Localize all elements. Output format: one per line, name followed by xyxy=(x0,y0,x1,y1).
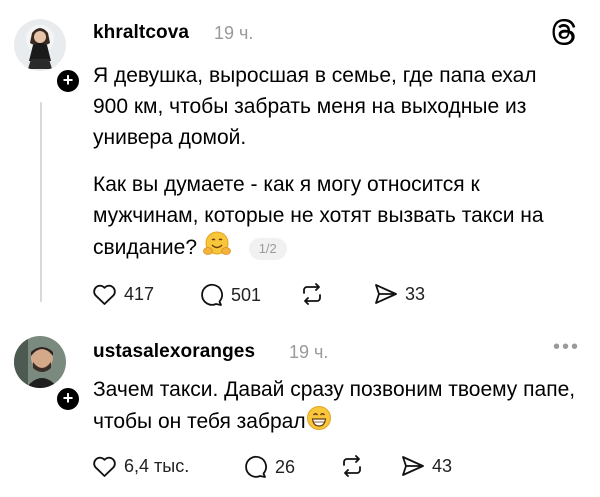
reply-text: Зачем такси. Давай сразу позвоним твоему… xyxy=(93,378,576,434)
avatar-ustasalexoranges[interactable] xyxy=(14,336,66,388)
speech-bubble-icon[interactable] xyxy=(199,283,224,307)
repost-action[interactable] xyxy=(300,283,324,305)
follow-plus-button[interactable]: + xyxy=(54,67,82,95)
more-options-icon[interactable]: ••• xyxy=(553,336,580,359)
carousel-pager: 1/2 xyxy=(248,237,287,260)
repost-action[interactable] xyxy=(340,455,364,477)
threads-logo-icon[interactable] xyxy=(551,18,577,51)
avatar-khraltcova[interactable] xyxy=(14,19,66,71)
like-count: 417 xyxy=(124,284,155,304)
share-action[interactable]: 33 xyxy=(374,283,425,305)
reply-body: Зачем такси. Давай сразу позвоним твоему… xyxy=(93,374,583,440)
post-time: 19 ч. xyxy=(214,23,254,43)
hugging-face-emoji xyxy=(202,231,231,266)
send-icon[interactable] xyxy=(374,283,398,305)
grinning-face-emoji xyxy=(306,405,332,440)
comment-count: 26 xyxy=(275,456,296,477)
like-action[interactable]: 417 xyxy=(92,283,154,306)
send-icon[interactable] xyxy=(401,455,425,477)
heart-icon[interactable] xyxy=(92,455,117,478)
thread-line xyxy=(40,102,42,302)
post-paragraph-2-text: Как вы думаете - как я могу относится к … xyxy=(93,173,544,260)
comment-count: 501 xyxy=(231,284,262,305)
repost-icon[interactable] xyxy=(300,283,324,305)
reply-username[interactable]: ustasalexoranges xyxy=(93,341,255,363)
post-paragraph-1: Я девушка, выросшая в семье, где папа ех… xyxy=(93,64,537,149)
post-paragraph-2: Как вы думаете - как я могу относится к … xyxy=(93,169,553,266)
heart-icon[interactable] xyxy=(92,283,117,306)
share-count: 43 xyxy=(432,455,453,476)
share-count: 33 xyxy=(405,283,426,304)
share-action[interactable]: 43 xyxy=(401,455,452,477)
post-body: Я девушка, выросшая в семье, где папа ех… xyxy=(93,60,553,266)
comment-action[interactable]: 26 xyxy=(243,455,295,479)
speech-bubble-icon[interactable] xyxy=(243,455,268,479)
reply-time: 19 ч. xyxy=(289,342,329,362)
comment-action[interactable]: 501 xyxy=(199,283,261,307)
like-action[interactable]: 6,4 тыс. xyxy=(92,455,189,478)
repost-icon[interactable] xyxy=(340,455,364,477)
post-username[interactable]: khraltcova xyxy=(93,22,189,44)
like-count: 6,4 тыс. xyxy=(124,456,190,476)
follow-plus-button[interactable]: + xyxy=(54,385,82,413)
